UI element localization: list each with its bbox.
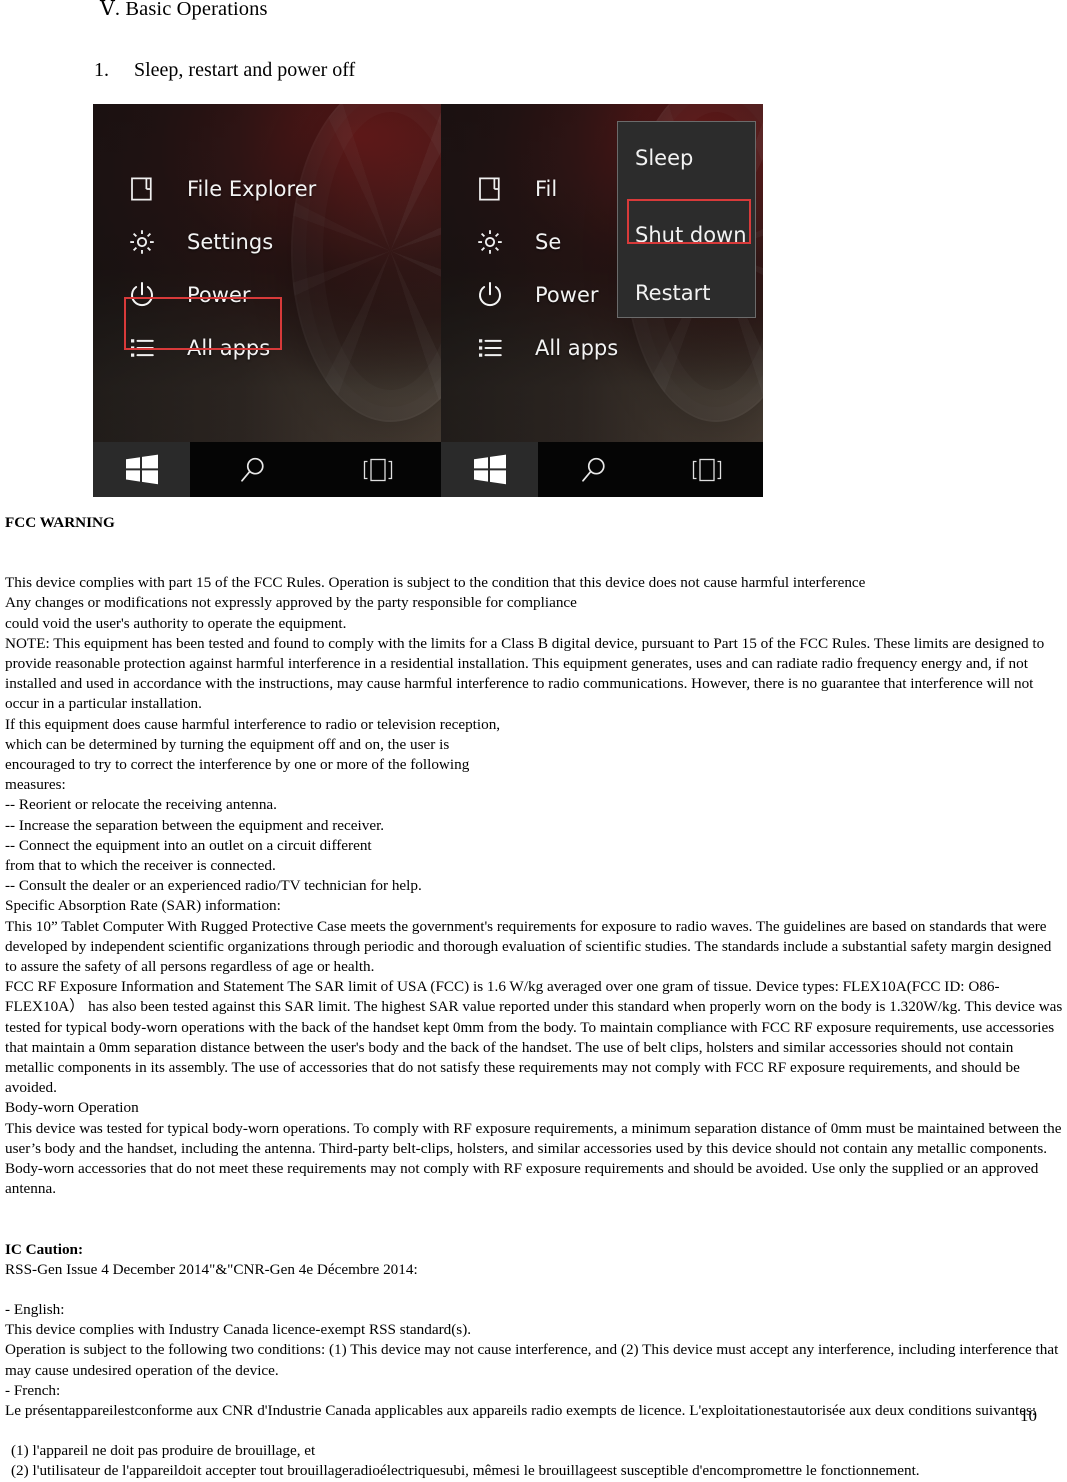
file-explorer-icon bbox=[475, 173, 511, 205]
sidebar-item-label: Settings bbox=[187, 229, 274, 254]
sidebar-item-label: File Explorer bbox=[187, 176, 317, 201]
ic-french-label: - French: bbox=[5, 1381, 61, 1399]
sidebar-item-all-apps[interactable]: All apps bbox=[93, 321, 441, 374]
ic-french-condition: (1) l'appareil ne doit pas produire de b… bbox=[11, 1442, 316, 1460]
ic-caution-heading: IC Caution: bbox=[5, 1240, 84, 1258]
search-icon[interactable] bbox=[538, 442, 651, 497]
all-apps-list-icon bbox=[127, 332, 163, 364]
numbered-list-item: 1. Sleep, restart and power off bbox=[94, 59, 355, 82]
power-flyout-menu: Sleep Shut down Restart bbox=[617, 121, 756, 318]
fcc-line: which can be determined by turning the e… bbox=[5, 735, 450, 753]
all-apps-list-icon bbox=[475, 332, 511, 364]
fcc-paragraph-note: NOTE: This equipment has been tested and… bbox=[5, 634, 1045, 713]
menu-item-shut-down[interactable]: Shut down bbox=[635, 223, 747, 247]
menu-item-sleep[interactable]: Sleep bbox=[635, 146, 693, 170]
fcc-line: Any changes or modifications not express… bbox=[5, 594, 577, 612]
screenshot-left: File Explorer Settings Power All apps bbox=[93, 104, 441, 497]
ic-english-line: Operation is subject to the following tw… bbox=[5, 1341, 1059, 1379]
fcc-line: could void the user's authority to opera… bbox=[5, 614, 347, 632]
power-icon bbox=[475, 279, 511, 311]
ic-french-condition: (2) l'utilisateur de l'appareildoit acce… bbox=[11, 1462, 920, 1480]
windows-start-icon[interactable] bbox=[441, 442, 538, 497]
taskbar-right bbox=[441, 442, 763, 497]
list-item-title: Sleep, restart and power off bbox=[134, 59, 356, 81]
menu-item-restart[interactable]: Restart bbox=[635, 281, 710, 305]
fcc-line: This device complies with part 15 of the… bbox=[5, 574, 866, 592]
fcc-measure-item: -- Increase the separation between the e… bbox=[5, 816, 385, 834]
page-title: Ⅴ. Basic Operations bbox=[100, 0, 268, 21]
ic-english-label: - English: bbox=[5, 1300, 65, 1318]
search-icon[interactable] bbox=[190, 442, 316, 497]
fcc-measure-item: -- Reorient or relocate the receiving an… bbox=[5, 796, 277, 814]
list-item-number: 1. bbox=[94, 59, 109, 81]
sidebar-item-label: Power bbox=[535, 282, 599, 307]
settings-gear-icon bbox=[475, 226, 511, 258]
fcc-line: from that to which the receiver is conne… bbox=[5, 857, 276, 875]
sidebar-item-power[interactable]: Power bbox=[93, 268, 441, 321]
start-menu-figure: File Explorer Settings Power All apps Fi… bbox=[93, 104, 763, 497]
ic-rss-line: RSS-Gen Issue 4 December 2014"&"CNR-Gen … bbox=[5, 1260, 418, 1278]
sar-paragraph: This 10” Tablet Computer With Rugged Pro… bbox=[5, 917, 1052, 976]
fcc-warning-heading: FCC WARNING bbox=[5, 514, 115, 531]
fcc-line: encouraged to try to correct the interfe… bbox=[5, 756, 470, 774]
sidebar-item-settings[interactable]: Settings bbox=[93, 215, 441, 268]
body-worn-paragraph: This device was tested for typical body-… bbox=[5, 1119, 1062, 1198]
power-icon bbox=[127, 279, 163, 311]
sidebar-item-label: All apps bbox=[535, 335, 619, 360]
taskbar-left bbox=[93, 442, 441, 497]
fcc-line: If this equipment does cause harmful int… bbox=[5, 715, 501, 733]
fcc-line: measures: bbox=[5, 776, 66, 794]
sidebar-item-all-apps[interactable]: All apps bbox=[441, 321, 763, 374]
sidebar-item-label: Power bbox=[187, 282, 251, 307]
settings-gear-icon bbox=[127, 226, 163, 258]
sidebar-item-label: Fil bbox=[535, 176, 558, 201]
file-explorer-icon bbox=[127, 173, 163, 205]
fcc-measure-item: -- Consult the dealer or an experienced … bbox=[5, 877, 422, 895]
task-view-icon[interactable] bbox=[651, 442, 764, 497]
page-title-text: Ⅴ. Basic Operations bbox=[100, 0, 268, 20]
sar-heading-line: Specific Absorption Rate (SAR) informati… bbox=[5, 897, 281, 915]
sidebar-item-file-explorer[interactable]: File Explorer bbox=[93, 162, 441, 215]
windows-start-icon[interactable] bbox=[93, 442, 190, 497]
ic-english-line: This device complies with Industry Canad… bbox=[5, 1321, 472, 1339]
sar-exposure-paragraph: FCC RF Exposure Information and Statemen… bbox=[5, 978, 1063, 1097]
task-view-icon[interactable] bbox=[316, 442, 442, 497]
sidebar-item-label: Se bbox=[535, 229, 562, 254]
body-copy: FCC WARNING This device complies with pa… bbox=[5, 513, 1064, 1482]
sidebar-item-label: All apps bbox=[187, 335, 271, 360]
fcc-measure-item: -- Connect the equipment into an outlet … bbox=[5, 836, 372, 854]
start-menu-items-left: File Explorer Settings Power All apps bbox=[93, 162, 441, 374]
screenshot-right: Fil Se Power All apps Sleep Shut down Re… bbox=[441, 104, 763, 497]
body-worn-heading: Body-worn Operation bbox=[5, 1099, 139, 1117]
page-number: 10 bbox=[1020, 1406, 1037, 1425]
ic-french-line: Le présentappareilestconforme aux CNR d'… bbox=[5, 1401, 1037, 1419]
